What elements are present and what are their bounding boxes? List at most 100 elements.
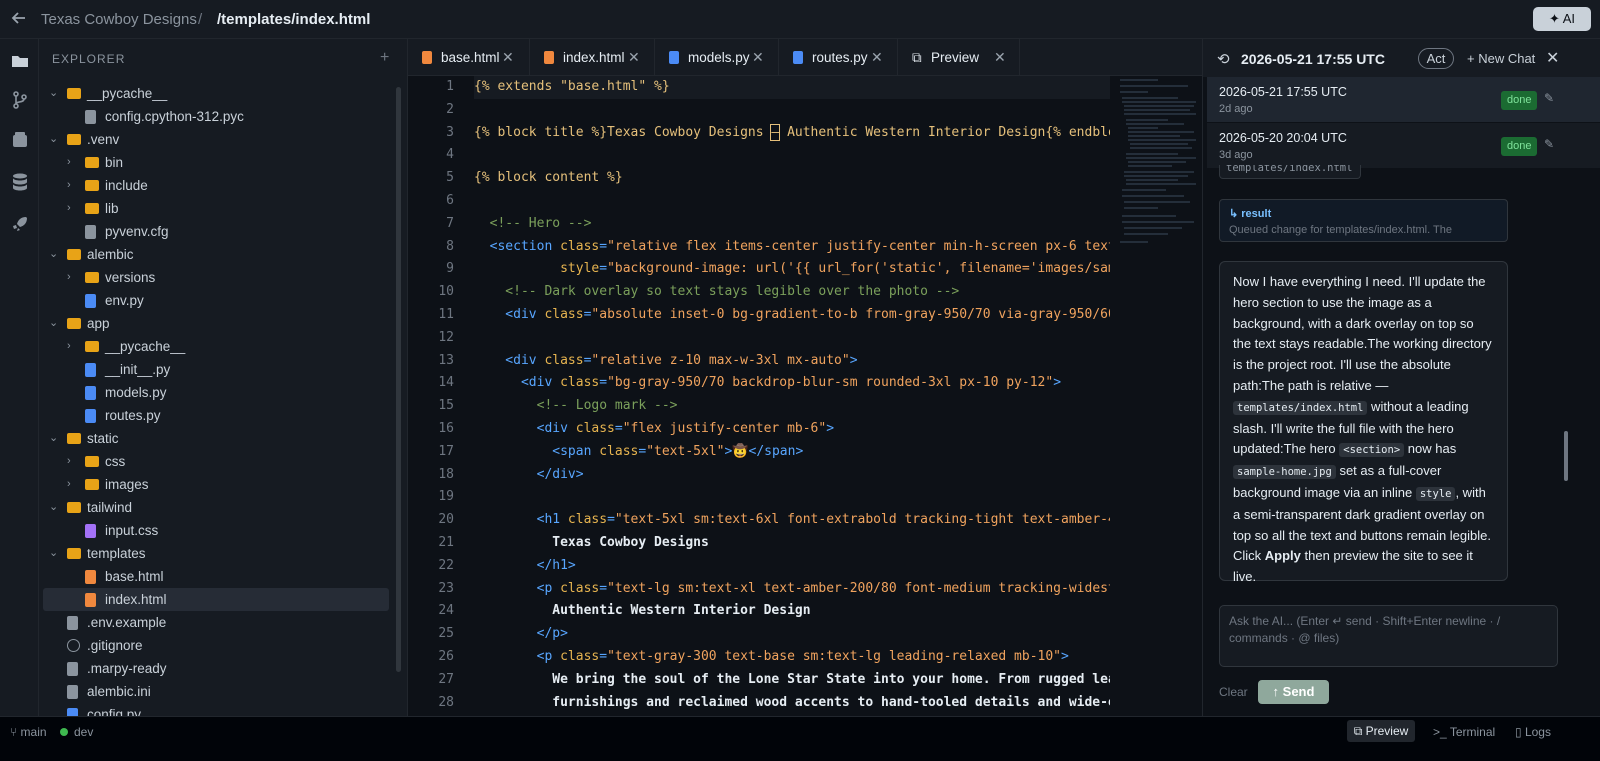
tree-folder[interactable]: ⌄ .venv — [43, 128, 389, 151]
breadcrumb-project[interactable]: Texas Cowboy Designs — [41, 11, 197, 28]
code-line[interactable]: </p> — [474, 623, 1110, 646]
chevron-right-icon[interactable]: › — [67, 174, 71, 197]
close-icon[interactable]: ✕ — [502, 39, 514, 76]
code-line[interactable]: We bring the soul of the Lone Star State… — [474, 669, 1110, 692]
tree-file[interactable]: pyvenv.cfg — [43, 220, 389, 243]
explorer-scrollbar[interactable] — [396, 87, 401, 672]
tree-folder[interactable]: › __pycache__ — [43, 335, 389, 358]
tree-folder[interactable]: › css — [43, 450, 389, 473]
code-line[interactable]: <span class="text-5xl">🤠</span> — [474, 441, 1110, 464]
chevron-down-icon[interactable]: ⌄ — [49, 128, 58, 151]
chevron-down-icon[interactable]: ⌄ — [49, 427, 58, 450]
close-chat-button[interactable]: ✕ — [1546, 48, 1559, 68]
tree-file[interactable]: models.py — [43, 381, 389, 404]
tree-file[interactable]: .gitignore — [43, 634, 389, 657]
package-icon[interactable] — [10, 130, 30, 150]
rocket-icon[interactable] — [10, 214, 30, 234]
tree-folder[interactable]: ⌄ templates — [43, 542, 389, 565]
new-file-button[interactable]: + — [380, 49, 389, 67]
code-line[interactable]: <!-- Logo mark --> — [474, 395, 1110, 418]
chat-session-date[interactable]: 2026-05-21 17:55 UTC — [1241, 51, 1385, 67]
tree-folder[interactable]: › images — [43, 473, 389, 496]
tree-file[interactable]: routes.py — [43, 404, 389, 427]
code-line[interactable]: <section class="relative flex items-cent… — [474, 236, 1110, 259]
minimap[interactable] — [1118, 76, 1198, 266]
session-item[interactable]: 2026-05-20 20:04 UTC 3d ago done ✎ — [1207, 123, 1600, 168]
tree-file[interactable]: config.cpython-312.pyc — [43, 105, 389, 128]
code-line[interactable]: <!-- Hero --> — [474, 213, 1110, 236]
code-line[interactable]: furnishings and reclaimed wood accents t… — [474, 692, 1110, 715]
tree-file[interactable]: .marpy-ready — [43, 657, 389, 680]
clear-button[interactable]: Clear — [1219, 685, 1248, 699]
tool-result[interactable]: ↳ result Queued change for templates/ind… — [1219, 199, 1508, 242]
code-line[interactable]: Texas Cowboy Designs — [474, 532, 1110, 555]
edit-icon[interactable]: ✎ — [1544, 91, 1554, 105]
code-line[interactable] — [474, 144, 1110, 167]
tree-folder[interactable]: › bin — [43, 151, 389, 174]
terminal-button[interactable]: >_ Terminal — [1433, 724, 1495, 740]
history-icon[interactable]: ⟲ — [1217, 50, 1230, 68]
tree-folder[interactable]: ⌄ alembic — [43, 243, 389, 266]
send-button[interactable]: ↑ Send — [1258, 680, 1329, 704]
tab-models-py[interactable]: models.py ✕ — [655, 39, 779, 76]
tree-file[interactable]: alembic.ini — [43, 680, 389, 703]
tree-folder[interactable]: › lib — [43, 197, 389, 220]
code-line[interactable]: </div> — [474, 464, 1110, 487]
code-line[interactable]: <p class="text-lg sm:text-xl text-amber-… — [474, 578, 1110, 601]
tree-file[interactable]: base.html — [43, 565, 389, 588]
close-icon[interactable]: ✕ — [628, 39, 640, 76]
code-line[interactable]: {% block content %} — [474, 167, 1110, 190]
chevron-right-icon[interactable]: › — [67, 450, 71, 473]
code-line[interactable]: <!-- Dark overlay so text stays legible … — [474, 281, 1110, 304]
code-line[interactable] — [474, 99, 1110, 122]
new-chat-button[interactable]: + New Chat — [1467, 51, 1535, 66]
branch-indicator[interactable]: ⑂ main — [10, 724, 47, 740]
code-line[interactable]: Authentic Western Interior Design — [474, 600, 1110, 623]
code-line[interactable] — [474, 486, 1110, 509]
close-icon[interactable]: ✕ — [994, 39, 1006, 76]
tab-preview[interactable]: ⧉ Preview ✕ — [898, 39, 1020, 76]
chevron-down-icon[interactable]: ⌄ — [49, 312, 58, 335]
chevron-down-icon[interactable]: ⌄ — [49, 82, 58, 105]
ai-toggle-button[interactable]: ✦ AI — [1533, 7, 1591, 31]
code-line[interactable]: <div class="relative z-10 max-w-3xl mx-a… — [474, 350, 1110, 373]
code-line[interactable]: <div class="bg-gray-950/70 backdrop-blur… — [474, 372, 1110, 395]
logs-button[interactable]: ▯ Logs — [1515, 724, 1551, 740]
code-line[interactable]: </h1> — [474, 555, 1110, 578]
git-branch-icon[interactable] — [10, 90, 30, 110]
edit-icon[interactable]: ✎ — [1544, 137, 1554, 151]
code-line[interactable]: <p class="text-gray-300 text-base sm:tex… — [474, 646, 1110, 669]
code-line[interactable]: <h1 class="text-5xl sm:text-6xl font-ext… — [474, 509, 1110, 532]
tree-folder[interactable]: › include — [43, 174, 389, 197]
chevron-down-icon[interactable]: ⌄ — [49, 496, 58, 519]
code-line[interactable]: style="background-image: url('{{ url_for… — [474, 258, 1110, 281]
close-icon[interactable]: ✕ — [752, 39, 764, 76]
back-arrow-icon[interactable] — [10, 9, 30, 29]
close-icon[interactable]: ✕ — [871, 39, 883, 76]
tab-routes-py[interactable]: routes.py ✕ — [779, 39, 898, 76]
code-line[interactable] — [474, 327, 1110, 350]
code-line[interactable]: <div class="flex justify-center mb-6"> — [474, 418, 1110, 441]
chevron-right-icon[interactable]: › — [67, 473, 71, 496]
code-line[interactable]: <div class="absolute inset-0 bg-gradient… — [474, 304, 1110, 327]
code-area[interactable]: 1 {% extends "base.html" %} 2 3 {% block tit… — [408, 76, 1202, 732]
mode-toggle-button[interactable]: Act — [1418, 48, 1454, 69]
tree-file[interactable]: index.html — [43, 588, 389, 611]
chevron-right-icon[interactable]: › — [67, 197, 71, 220]
tree-folder[interactable]: › versions — [43, 266, 389, 289]
env-indicator[interactable]: dev — [60, 724, 93, 740]
chevron-right-icon[interactable]: › — [67, 266, 71, 289]
tree-file[interactable]: input.css — [43, 519, 389, 542]
chevron-down-icon[interactable]: ⌄ — [49, 542, 58, 565]
chat-input[interactable]: Ask the AI... (Enter ↵ send · Shift+Ente… — [1219, 605, 1558, 667]
tree-folder[interactable]: ⌄ static — [43, 427, 389, 450]
chevron-right-icon[interactable]: › — [67, 151, 71, 174]
code-line[interactable]: {% extends "base.html" %} — [474, 76, 1110, 99]
tree-file[interactable]: config.py — [43, 703, 389, 716]
preview-button[interactable]: ⧉ Preview — [1347, 720, 1415, 742]
chevron-right-icon[interactable]: › — [67, 335, 71, 358]
session-item[interactable]: 2026-05-21 17:55 UTC 2d ago done ✎ — [1207, 77, 1600, 122]
tree-file[interactable]: __init__.py — [43, 358, 389, 381]
tree-folder[interactable]: ⌄ __pycache__ — [43, 82, 389, 105]
chevron-down-icon[interactable]: ⌄ — [49, 243, 58, 266]
